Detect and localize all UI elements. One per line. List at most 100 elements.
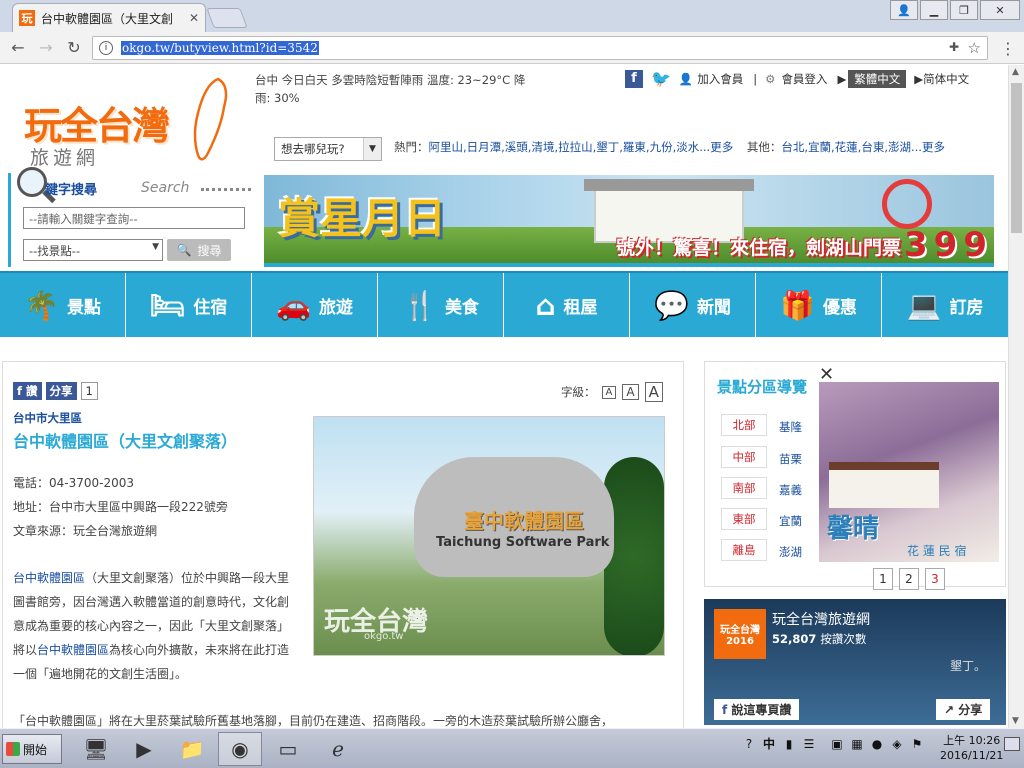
fb-like-label: 說這專頁讚 [731, 703, 792, 717]
article-region[interactable]: 台中市大里區 [13, 410, 82, 426]
traditional-chinese-button[interactable]: 繁體中文 [848, 69, 907, 88]
region-tag-south[interactable]: 南部 [721, 477, 767, 499]
hot-links[interactable]: 阿里山,日月潭,溪頭,清境,拉拉山,墾丁,羅東,九份,淡水...更多 [429, 140, 734, 154]
scroll-down-icon[interactable]: ▼ [1012, 716, 1019, 726]
simplified-chinese-button[interactable]: 简体中文 [923, 71, 969, 87]
file-explorer-icon[interactable]: 📁 [170, 732, 214, 766]
nav-item-news[interactable]: 💬 新聞 [630, 273, 756, 337]
font-medium-button[interactable]: A [622, 384, 639, 400]
phone-text: 電話：04-3700-2003 [13, 476, 135, 490]
show-desktop-icon[interactable] [1004, 737, 1020, 751]
region-cities[interactable]: 宜蘭 [779, 513, 802, 529]
fb-page-logo[interactable]: 玩全台灣 2016 [714, 609, 766, 659]
back-icon[interactable]: ← [4, 38, 32, 57]
search-icon: 🔍 [176, 243, 192, 257]
server-manager-icon[interactable]: 🖥 [74, 732, 118, 766]
keyword-input[interactable]: --請輸入關鍵字查詢-- [23, 207, 245, 229]
taskbar-clock[interactable]: 上午 10:26 2016/11/21 [940, 733, 1003, 763]
network-icon[interactable]: ▦ [850, 737, 864, 751]
internet-explorer-icon[interactable]: ℯ [316, 732, 360, 766]
powershell-icon[interactable]: ▶ [122, 732, 166, 766]
scroll-up-icon[interactable]: ▲ [1012, 67, 1019, 77]
site-logo[interactable]: 玩全台灣 旅遊網 [20, 73, 260, 173]
facebook-like-button[interactable]: f 讚 [13, 382, 42, 400]
extension-icon[interactable]: ✚ [949, 40, 959, 54]
keyboard-icon[interactable]: ▮ [782, 737, 796, 751]
start-button[interactable]: 開始 [2, 734, 62, 764]
other-links[interactable]: 台北,宜蘭,花蓮,台東,澎湖...更多 [781, 140, 945, 154]
minimize-icon[interactable]: ▁ [920, 0, 948, 20]
region-tag-north[interactable]: 北部 [721, 414, 767, 436]
close-ad-icon[interactable]: ✕ [819, 364, 834, 385]
close-window-icon[interactable]: ✕ [980, 0, 1020, 20]
volume-icon[interactable]: ◈ [890, 737, 904, 751]
window-app-icon[interactable]: ▭ [266, 732, 310, 766]
new-tab-button[interactable] [206, 8, 248, 28]
inline-link[interactable]: 台中軟體園區 [37, 643, 109, 657]
nav-item-deals[interactable]: 🎁 優惠 [756, 273, 882, 337]
share-bar: f 讚 分享 1 [13, 382, 98, 400]
nav-label: 旅遊 [318, 297, 353, 318]
facebook-icon[interactable]: f [625, 69, 643, 88]
ime-indicator[interactable]: 中 [762, 735, 776, 752]
fb-like-page-button[interactable]: f 說這專頁讚 [714, 699, 800, 720]
profile-icon[interactable]: 👤 [890, 0, 918, 20]
browser-menu-icon[interactable]: ⋮ [1000, 39, 1016, 58]
search-button[interactable]: 🔍 搜尋 [167, 239, 231, 261]
promo-banner[interactable]: 賞星月日 號外！驚喜！來住宿，劍湖山門票 399 [264, 175, 994, 267]
member-login-link[interactable]: 會員登入 [781, 71, 827, 87]
nav-item-booking[interactable]: 💻 訂房 [882, 273, 1008, 337]
bookmark-star-icon[interactable]: ☆ [968, 39, 981, 57]
reload-icon[interactable]: ↻ [60, 38, 88, 57]
lock-icon[interactable]: ● [870, 737, 884, 751]
share-count: 1 [80, 382, 98, 400]
bed-icon: 🛏 [149, 288, 186, 322]
region-cities[interactable]: 基隆 [779, 419, 802, 435]
forward-icon[interactable]: → [32, 38, 60, 57]
font-small-button[interactable]: A [601, 385, 617, 399]
photo-watermark-url: okgo.tw [364, 631, 404, 642]
region-cities[interactable]: 嘉義 [779, 482, 802, 498]
nav-item-lodging[interactable]: 🛏 住宿 [126, 273, 252, 337]
restore-icon[interactable]: ❐ [950, 0, 978, 20]
pager-button-3[interactable]: 3 [925, 568, 945, 590]
region-guide-panel: 景點分區導覽 北部 基隆 中部 苗栗 南部 嘉義 東部 宜蘭 離島 澎湖 馨晴 … [704, 361, 1006, 590]
pager-button-1[interactable]: 1 [873, 568, 893, 590]
spot-select[interactable]: --找景點-- ▼ [23, 239, 163, 261]
fb-page-name[interactable]: 玩全台灣旅遊網 [772, 609, 870, 629]
region-cities[interactable]: 苗栗 [779, 451, 802, 467]
inline-link[interactable]: 台中軟體園區 [13, 571, 85, 585]
laptop-icon: 💻 [906, 288, 942, 322]
region-tag-islands[interactable]: 離島 [721, 539, 767, 561]
font-size-label: 字級： [561, 385, 596, 399]
nav-item-food[interactable]: 🍴 美食 [378, 273, 504, 337]
share-button[interactable]: 分享 [45, 382, 77, 400]
region-cities[interactable]: 澎湖 [779, 544, 802, 560]
nav-item-rental[interactable]: ⌂ 租屋 [504, 273, 630, 337]
tray-arrow-icon[interactable]: ▣ [830, 737, 844, 751]
region-tag-central[interactable]: 中部 [721, 446, 767, 468]
scroll-thumb[interactable] [1011, 83, 1022, 233]
chrome-icon[interactable]: ◉ [218, 732, 262, 766]
browser-tab[interactable]: 玩 台中軟體園區（大里文創 ✕ [12, 3, 206, 32]
clock-time: 上午 10:26 [943, 734, 1001, 747]
nav-item-spots[interactable]: 🌴 景點 [0, 273, 126, 337]
fb-share-button[interactable]: ↗ 分享 [936, 699, 991, 720]
help-icon[interactable]: ? [742, 737, 756, 751]
join-member-link[interactable]: 加入會員 [697, 71, 743, 87]
twitter-icon[interactable]: 🐦 [651, 69, 671, 88]
menu-icon[interactable]: ☰ [802, 737, 816, 751]
nav-item-travel[interactable]: 🚗 旅遊 [252, 273, 378, 337]
destination-select[interactable]: 想去哪兒玩? ▼ [274, 137, 382, 161]
flag-icon[interactable]: ⚑ [910, 737, 924, 751]
address-bar[interactable]: i okgo.tw/butyview.html?id=3542 ✚ ☆ [92, 36, 988, 60]
search-button-label: 搜尋 [197, 243, 222, 258]
page-scrollbar[interactable]: ▲ ▼ [1008, 65, 1024, 728]
region-tag-east[interactable]: 東部 [721, 508, 767, 530]
site-info-icon[interactable]: i [99, 41, 113, 55]
lodging-ad-image[interactable]: 馨晴 花 蓮 民 宿 [819, 382, 999, 562]
pager-button-2[interactable]: 2 [899, 568, 919, 590]
font-large-button[interactable]: A [644, 382, 663, 402]
tab-close-icon[interactable]: ✕ [189, 11, 199, 25]
url-text[interactable]: okgo.tw/butyview.html?id=3542 [121, 41, 319, 55]
